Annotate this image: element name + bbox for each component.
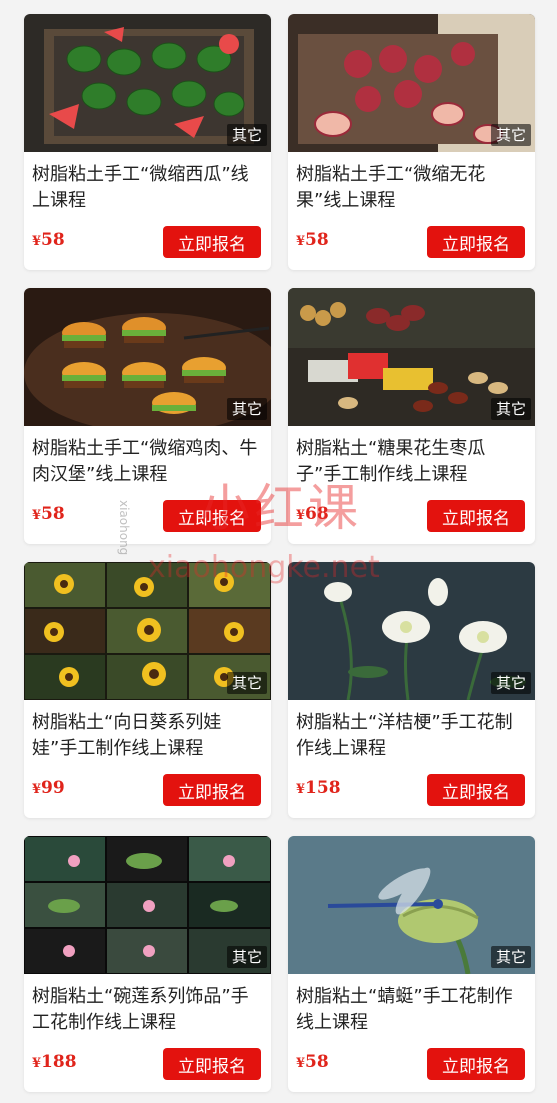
enroll-button[interactable]: 立即报名 [163,500,261,532]
course-card[interactable]: 其它 树脂粘土手工“微缩西瓜”线上课程 ¥58 立即报名 [24,14,271,270]
course-price: ¥58 [296,230,329,250]
course-price: ¥99 [32,778,65,798]
course-card[interactable]: 其它 树脂粘土手工“微缩鸡肉、牛肉汉堡”线上课程 ¥58 立即报名 [24,288,271,544]
watermelon-tray-image[interactable]: 其它 [24,14,271,152]
category-badge: 其它 [490,672,531,694]
enroll-button[interactable]: 立即报名 [163,774,261,806]
category-badge: 其它 [226,672,267,694]
enroll-button[interactable]: 立即报名 [427,774,525,806]
category-badge: 其它 [226,398,267,420]
category-badge: 其它 [490,124,531,146]
course-card[interactable]: 其它 树脂粘土“糖果花生枣瓜子”手工制作线上课程 ¥68 立即报名 [288,288,535,544]
course-price: ¥58 [32,504,65,524]
course-price: ¥188 [32,1052,77,1072]
category-badge: 其它 [226,124,267,146]
enroll-button[interactable]: 立即报名 [427,500,525,532]
eustoma-flower-image[interactable]: 其它 [288,562,535,700]
category-badge: 其它 [490,398,531,420]
course-title[interactable]: 树脂粘土手工“微缩西瓜”线上课程 [32,162,263,214]
course-card[interactable]: 其它 树脂粘土“洋桔梗”手工花制作线上课程 ¥158 立即报名 [288,562,535,818]
course-title[interactable]: 树脂粘土“向日葵系列娃娃”手工制作线上课程 [32,710,263,762]
category-badge: 其它 [490,946,531,968]
enroll-button[interactable]: 立即报名 [427,226,525,258]
course-price: ¥158 [296,778,341,798]
course-card[interactable]: 其它 树脂粘土“向日葵系列娃娃”手工制作线上课程 ¥99 立即报名 [24,562,271,818]
course-card[interactable]: 其它 树脂粘土手工“微缩无花果”线上课程 ¥58 立即报名 [288,14,535,270]
course-title[interactable]: 树脂粘土“糖果花生枣瓜子”手工制作线上课程 [296,436,527,488]
enroll-button[interactable]: 立即报名 [163,1048,261,1080]
candy-snacks-image[interactable]: 其它 [288,288,535,426]
course-price: ¥58 [32,230,65,250]
course-title[interactable]: 树脂粘土手工“微缩鸡肉、牛肉汉堡”线上课程 [32,436,263,488]
course-card[interactable]: 其它 树脂粘土“碗莲系列饰品”手工花制作线上课程 ¥188 立即报名 [24,836,271,1092]
enroll-button[interactable]: 立即报名 [427,1048,525,1080]
course-title[interactable]: 树脂粘土“洋桔梗”手工花制作线上课程 [296,710,527,762]
enroll-button[interactable]: 立即报名 [163,226,261,258]
mini-burger-image[interactable]: 其它 [24,288,271,426]
course-card[interactable]: 其它 树脂粘土“蜻蜓”手工花制作线上课程 ¥58 立即报名 [288,836,535,1092]
lotus-jewelry-image[interactable]: 其它 [24,836,271,974]
course-title[interactable]: 树脂粘土“蜻蜓”手工花制作线上课程 [296,984,527,1036]
dragonfly-bud-image[interactable]: 其它 [288,836,535,974]
sunflower-collage-image[interactable]: 其它 [24,562,271,700]
course-title[interactable]: 树脂粘土手工“微缩无花果”线上课程 [296,162,527,214]
course-price: ¥68 [296,504,329,524]
category-badge: 其它 [226,946,267,968]
course-price: ¥58 [296,1052,329,1072]
fig-tray-image[interactable]: 其它 [288,14,535,152]
course-title[interactable]: 树脂粘土“碗莲系列饰品”手工花制作线上课程 [32,984,263,1036]
course-grid: 其它 树脂粘土手工“微缩西瓜”线上课程 ¥58 立即报名 其它 树脂粘土手工“微… [24,14,535,1092]
